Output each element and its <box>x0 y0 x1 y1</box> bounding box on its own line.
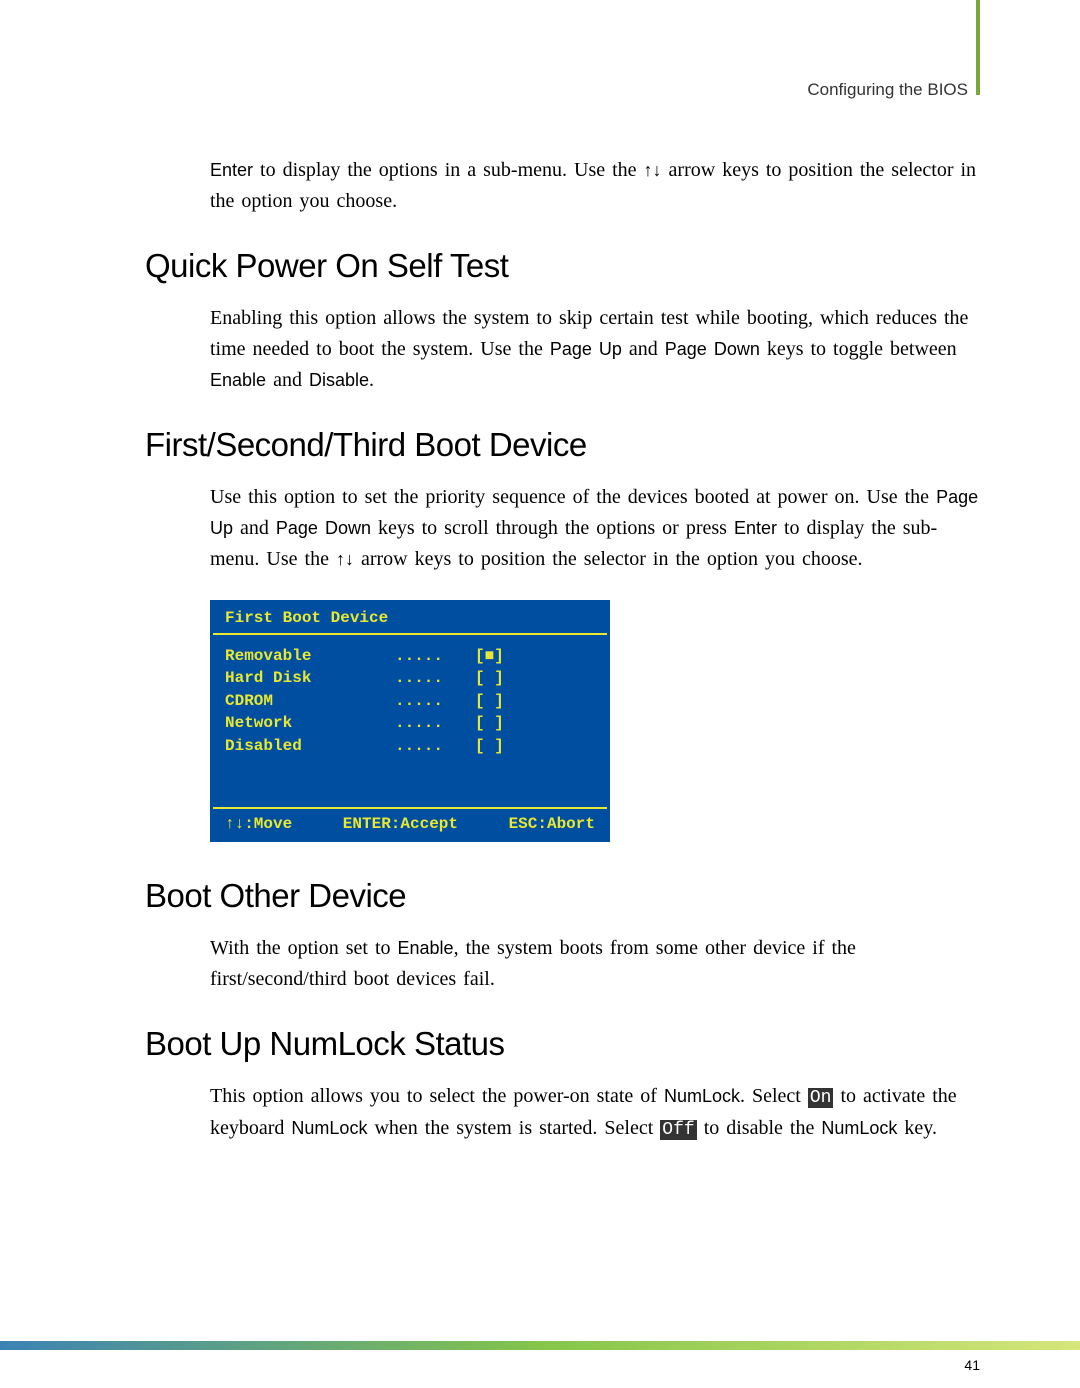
term-numlock: NumLock <box>821 1118 897 1138</box>
bios-dots: ..... <box>395 667 475 689</box>
bios-box-footer: ↑↓:Move ENTER:Accept ESC:Abort <box>213 809 607 839</box>
term-pagedown: Page Down <box>276 518 371 538</box>
bios-dots: ..... <box>395 712 475 734</box>
term-numlock: NumLock <box>291 1118 367 1138</box>
bios-marker-selected: [■] <box>475 645 525 667</box>
bios-dots: ..... <box>395 645 475 667</box>
bios-footer-move: ↑↓:Move <box>225 815 292 833</box>
text-numlock: This option allows you to select the pow… <box>210 1081 980 1145</box>
arrows-icon: ↑↓ <box>644 160 662 180</box>
term-off-highlighted: Off <box>660 1120 696 1140</box>
bios-row-cdrom[interactable]: CDROM ..... [ ] <box>225 690 595 712</box>
bios-box-body: Removable ..... [■] Hard Disk ..... [ ] … <box>213 635 607 809</box>
bios-label: CDROM <box>225 690 395 712</box>
bios-marker: [ ] <box>475 735 525 757</box>
heading-boot-device: First/Second/Third Boot Device <box>145 426 980 464</box>
arrows-icon: ↑↓ <box>336 549 354 569</box>
page-header: Configuring the BIOS <box>145 80 980 100</box>
heading-numlock: Boot Up NumLock Status <box>145 1025 980 1063</box>
page-container: Configuring the BIOS Enter to display th… <box>0 0 1080 1388</box>
term-on-highlighted: On <box>808 1088 834 1108</box>
bios-marker: [ ] <box>475 667 525 689</box>
bios-row-harddisk[interactable]: Hard Disk ..... [ ] <box>225 667 595 689</box>
bios-label: Removable <box>225 645 395 667</box>
bios-label: Hard Disk <box>225 667 395 689</box>
term-pageup: Page Up <box>550 339 622 359</box>
bios-row-removable[interactable]: Removable ..... [■] <box>225 645 595 667</box>
header-accent-line <box>976 0 980 95</box>
term-enter: Enter <box>210 160 253 180</box>
term-pagedown: Page Down <box>665 339 760 359</box>
heading-quick-power: Quick Power On Self Test <box>145 247 980 285</box>
bios-box-title: First Boot Device <box>213 603 607 635</box>
bios-submenu-box: First Boot Device Removable ..... [■] Ha… <box>210 600 610 842</box>
bios-footer-accept: ENTER:Accept <box>343 815 458 833</box>
bios-footer-abort: ESC:Abort <box>509 815 595 833</box>
intro-paragraph: Enter to display the options in a sub-me… <box>210 155 980 217</box>
bios-marker: [ ] <box>475 690 525 712</box>
bios-row-network[interactable]: Network ..... [ ] <box>225 712 595 734</box>
text-boot-device: Use this option to set the priority sequ… <box>210 482 980 575</box>
term-enable: Enable <box>210 370 266 390</box>
bios-label: Disabled <box>225 735 395 757</box>
bios-marker: [ ] <box>475 712 525 734</box>
bios-dots: ..... <box>395 735 475 757</box>
page-number: 41 <box>964 1357 980 1373</box>
term-enter: Enter <box>734 518 777 538</box>
term-numlock: NumLock <box>664 1086 740 1106</box>
text-quick-power: Enabling this option allows the system t… <box>210 303 980 396</box>
bios-row-disabled[interactable]: Disabled ..... [ ] <box>225 735 595 757</box>
text-boot-other: With the option set to Enable, the syste… <box>210 933 980 995</box>
heading-boot-other: Boot Other Device <box>145 877 980 915</box>
bios-dots: ..... <box>395 690 475 712</box>
bios-label: Network <box>225 712 395 734</box>
footer-gradient-bar <box>0 1341 1080 1350</box>
term-disable: Disable <box>309 370 369 390</box>
term-enable: Enable <box>398 938 454 958</box>
